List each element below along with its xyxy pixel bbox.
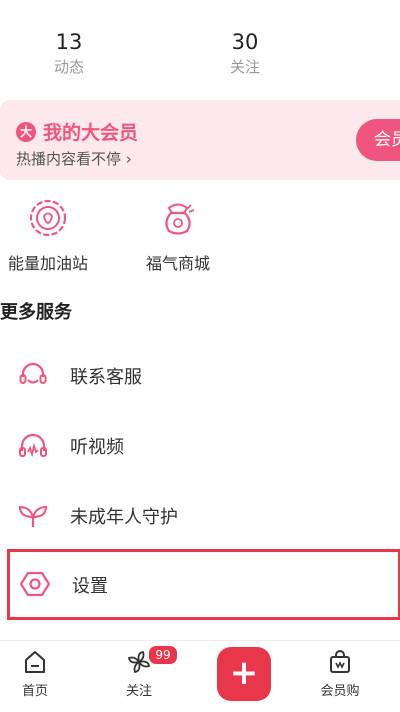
vip-card[interactable]: 大 我的大会员 热播内容看不停 › [0,100,400,180]
stat-value: 13 [55,30,83,54]
menu-item-minor-protection[interactable]: 未成年人守护 [0,483,400,547]
vip-button[interactable]: 会员 [356,119,400,161]
quick-link-label: 能量加油站 [7,254,88,273]
menu-item-label: 联系客服 [70,367,142,388]
stat-dynamics[interactable]: 13 动态 [9,28,129,78]
lucky-mall-icon [165,203,195,235]
home-icon [25,651,45,673]
vip-title: 我的大会员 [43,122,139,144]
notification-badge: 99 [147,644,179,666]
bottom-tab-bar: 首页 关注 会员购 [0,640,400,712]
menu-item-label: 未成年人守护 [70,507,178,528]
tab-label: 关注 [125,684,152,699]
quick-link-lucky-mall[interactable]: 福气商城 [128,196,228,274]
stat-value: 30 [231,30,259,54]
stat-following[interactable]: 30 关注 [185,28,305,78]
quick-link-label: 福气商城 [145,254,210,273]
headset-icon [19,362,47,384]
tab-member-shop[interactable]: 会员购 [305,649,375,699]
quick-link-energy-station[interactable]: 能量加油站 [0,196,98,274]
publish-plus-button[interactable]: + [217,647,271,701]
stat-label: 关注 [229,58,260,76]
stats-row: 13 动态 30 关注 [0,28,400,88]
more-services-title: 更多服务 [0,302,72,323]
menu-item-settings[interactable]: 设置 [7,549,400,620]
tab-home[interactable]: 首页 [0,649,70,699]
tab-label: 首页 [21,684,48,699]
menu-item-contact-support[interactable]: 联系客服 [0,343,400,407]
menu-item-label: 设置 [72,576,108,597]
shopping-bag-icon [330,650,350,673]
stat-label: 动态 [53,58,84,76]
vip-subtitle[interactable]: 热播内容看不停 › [16,148,132,169]
tab-label: 会员购 [320,684,360,699]
menu-item-label: 听视频 [70,437,124,458]
vip-badge-icon: 大 [16,121,36,142]
energy-station-icon [29,199,67,237]
sprout-icon [18,505,48,527]
headphones-icon [19,433,47,458]
hexagon-settings-icon [20,571,50,597]
plus-icon: + [229,653,259,693]
menu-item-listen-video[interactable]: 听视频 [0,413,400,477]
vip-title-row: 大 我的大会员 [16,118,138,145]
